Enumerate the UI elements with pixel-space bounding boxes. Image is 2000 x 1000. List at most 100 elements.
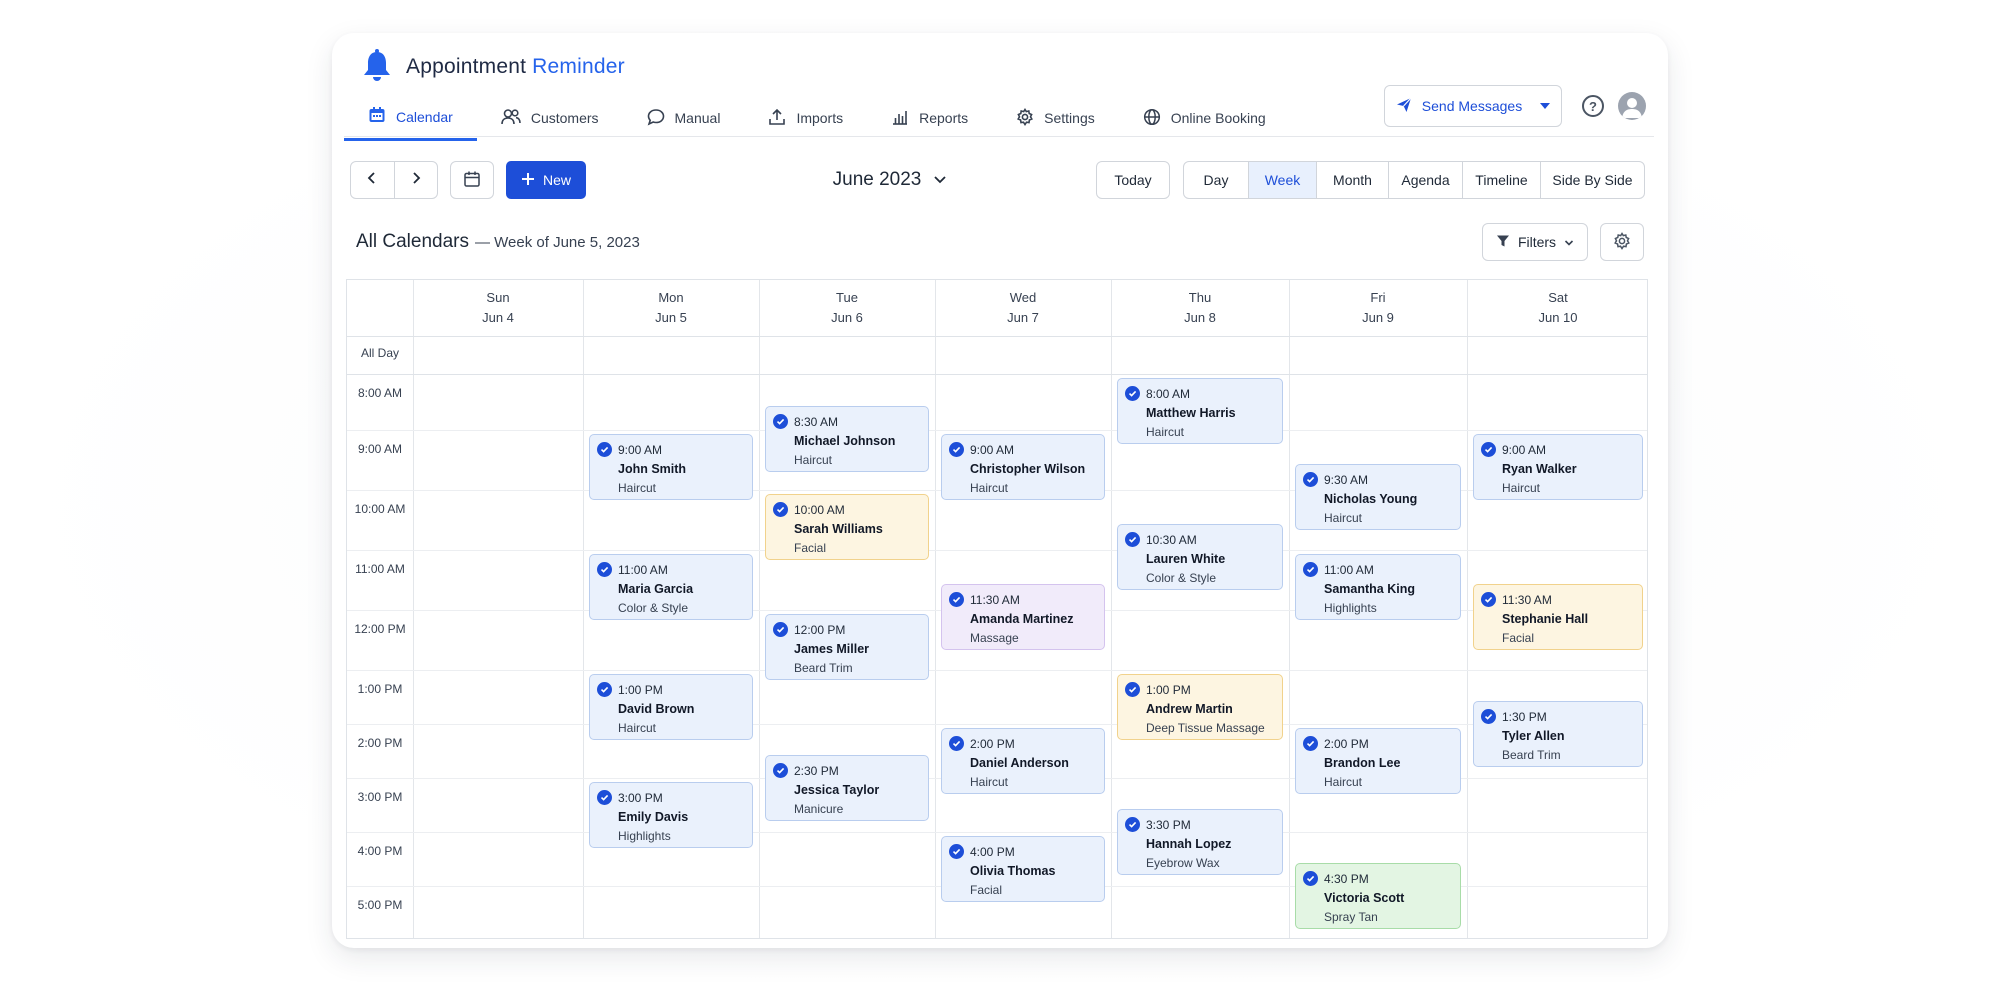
previous-week-button[interactable] — [351, 162, 394, 198]
help-icon[interactable]: ? — [1582, 95, 1604, 117]
view-week[interactable]: Week — [1248, 162, 1316, 198]
tab-customers[interactable]: Customers — [477, 95, 623, 141]
appointment-card[interactable]: 9:00 AM John Smith Haircut — [589, 434, 753, 500]
day-date: Jun 8 — [1184, 310, 1216, 325]
appointment-customer: Matthew Harris — [1146, 406, 1236, 420]
month-selector[interactable]: June 2023 — [810, 163, 970, 197]
appointment-time: 9:00 AM — [970, 443, 1015, 457]
appointment-service: Haircut — [1502, 481, 1541, 495]
appointment-card[interactable]: 3:30 PM Hannah Lopez Eyebrow Wax — [1117, 809, 1283, 875]
view-timeline[interactable]: Timeline — [1462, 162, 1540, 198]
appointment-card[interactable]: 1:00 PM David Brown Haircut — [589, 674, 753, 740]
appointment-time: 8:30 AM — [794, 415, 839, 429]
day-date: Jun 10 — [1538, 310, 1578, 325]
tab-settings[interactable]: Settings — [992, 95, 1119, 141]
appointment-card[interactable]: 11:00 AM Maria Garcia Color & Style — [589, 554, 753, 620]
today-button[interactable]: Today — [1096, 161, 1170, 199]
time-label: 10:00 AM — [354, 502, 406, 516]
day-name: Mon — [658, 290, 684, 305]
tab-imports[interactable]: Imports — [744, 95, 867, 141]
appointment-card[interactable]: 4:00 PM Olivia Thomas Facial — [941, 836, 1105, 902]
bar-chart-icon — [891, 108, 909, 129]
grid-column-line — [1111, 280, 1112, 938]
check-circle-icon — [773, 502, 788, 517]
day-header-sun[interactable]: Sun Jun 4 — [413, 288, 583, 328]
tab-settings-label: Settings — [1044, 110, 1095, 126]
day-header-sat[interactable]: Sat Jun 10 — [1467, 288, 1649, 328]
calendar-settings-button[interactable] — [1600, 223, 1644, 261]
gear-icon — [1016, 107, 1034, 129]
all-day-label: All Day — [360, 346, 399, 360]
filters-button[interactable]: Filters — [1482, 223, 1588, 261]
appointment-card[interactable]: 9:00 AM Ryan Walker Haircut — [1473, 434, 1643, 500]
appointment-card[interactable]: 11:00 AM Samantha King Highlights — [1295, 554, 1461, 620]
appointment-card[interactable]: 8:00 AM Matthew Harris Haircut — [1117, 378, 1283, 444]
user-avatar[interactable] — [1618, 92, 1646, 120]
appointment-customer: Christopher Wilson — [970, 462, 1086, 476]
check-circle-icon — [1481, 442, 1496, 457]
appointment-card[interactable]: 2:00 PM Daniel Anderson Haircut — [941, 728, 1105, 794]
appointment-card[interactable]: 10:00 AM Sarah Williams Facial — [765, 494, 929, 560]
check-circle-icon — [597, 562, 612, 577]
appointment-card[interactable]: 10:30 AM Lauren White Color & Style — [1117, 524, 1283, 590]
appointment-card[interactable]: 2:00 PM Brandon Lee Haircut — [1295, 728, 1461, 794]
check-circle-icon — [949, 442, 964, 457]
time-label: 4:00 PM — [357, 844, 403, 858]
day-header-mon[interactable]: Mon Jun 5 — [583, 288, 759, 328]
appointment-card[interactable]: 9:30 AM Nicholas Young Haircut — [1295, 464, 1461, 530]
day-header-thu[interactable]: Thu Jun 8 — [1111, 288, 1289, 328]
tab-reports[interactable]: Reports — [867, 95, 992, 141]
grid-column-line — [413, 280, 414, 938]
appointment-card[interactable]: 11:30 AM Stephanie Hall Facial — [1473, 584, 1643, 650]
check-circle-icon — [1481, 709, 1496, 724]
appointment-card[interactable]: 1:30 PM Tyler Allen Beard Trim — [1473, 701, 1643, 767]
time-label: 5:00 PM — [357, 898, 403, 912]
view-day[interactable]: Day — [1184, 162, 1248, 198]
day-header-wed[interactable]: Wed Jun 7 — [935, 288, 1111, 328]
check-circle-icon — [1125, 386, 1140, 401]
appointment-card[interactable]: 8:30 AM Michael Johnson Haircut — [765, 406, 929, 472]
appointment-time: 3:00 PM — [618, 791, 663, 805]
appointment-customer: Ryan Walker — [1502, 462, 1577, 476]
send-messages-button[interactable]: Send Messages — [1384, 85, 1562, 127]
appointment-card[interactable]: 12:00 PM James Miller Beard Trim — [765, 614, 929, 680]
appointment-card[interactable]: 9:00 AM Christopher Wilson Haircut — [941, 434, 1105, 500]
appointment-service: Spray Tan — [1324, 910, 1378, 924]
view-agenda[interactable]: Agenda — [1388, 162, 1462, 198]
tab-manual[interactable]: Manual — [623, 95, 745, 141]
new-button-label: New — [542, 172, 571, 188]
view-month[interactable]: Month — [1316, 162, 1388, 198]
tab-online-booking[interactable]: Online Booking — [1119, 95, 1290, 141]
check-circle-icon — [949, 592, 964, 607]
day-date: Jun 5 — [655, 310, 687, 325]
time-label: 3:00 PM — [357, 790, 403, 804]
appointment-card[interactable]: 11:30 AM Amanda Martinez Massage — [941, 584, 1105, 650]
appointment-card[interactable]: 2:30 PM Jessica Taylor Manicure — [765, 755, 929, 821]
next-week-button[interactable] — [393, 162, 438, 198]
check-circle-icon — [1303, 472, 1318, 487]
grid-row-line — [347, 724, 1647, 725]
appointment-card[interactable]: 3:00 PM Emily Davis Highlights — [589, 782, 753, 848]
check-circle-icon — [1125, 532, 1140, 547]
appointment-customer: Emily Davis — [618, 810, 689, 824]
appointment-service: Manicure — [794, 802, 844, 816]
day-header-fri[interactable]: Fri Jun 9 — [1289, 288, 1467, 328]
tab-calendar[interactable]: Calendar — [344, 95, 477, 141]
date-picker-button[interactable] — [450, 161, 494, 199]
day-name: Sun — [486, 290, 510, 305]
grid-column-line — [1289, 280, 1290, 938]
upload-icon — [768, 108, 786, 129]
check-circle-icon — [597, 790, 612, 805]
view-switcher: Day Week Month Agenda Timeline Side By S… — [1183, 161, 1645, 199]
new-appointment-button[interactable]: New — [506, 161, 586, 199]
appointment-card[interactable]: 4:30 PM Victoria Scott Spray Tan — [1295, 863, 1461, 929]
day-header-tue[interactable]: Tue Jun 6 — [759, 288, 935, 328]
appointment-customer: Maria Garcia — [618, 582, 694, 596]
view-side-by-side[interactable]: Side By Side — [1540, 162, 1644, 198]
chat-bubble-icon — [647, 108, 665, 129]
appointment-time: 4:00 PM — [970, 845, 1015, 859]
time-label: 9:00 AM — [357, 442, 403, 456]
calendar-title: All Calendars — [356, 231, 469, 252]
appointment-card[interactable]: 1:00 PM Andrew Martin Deep Tissue Massage — [1117, 674, 1283, 740]
appointment-service: Highlights — [1324, 601, 1377, 615]
